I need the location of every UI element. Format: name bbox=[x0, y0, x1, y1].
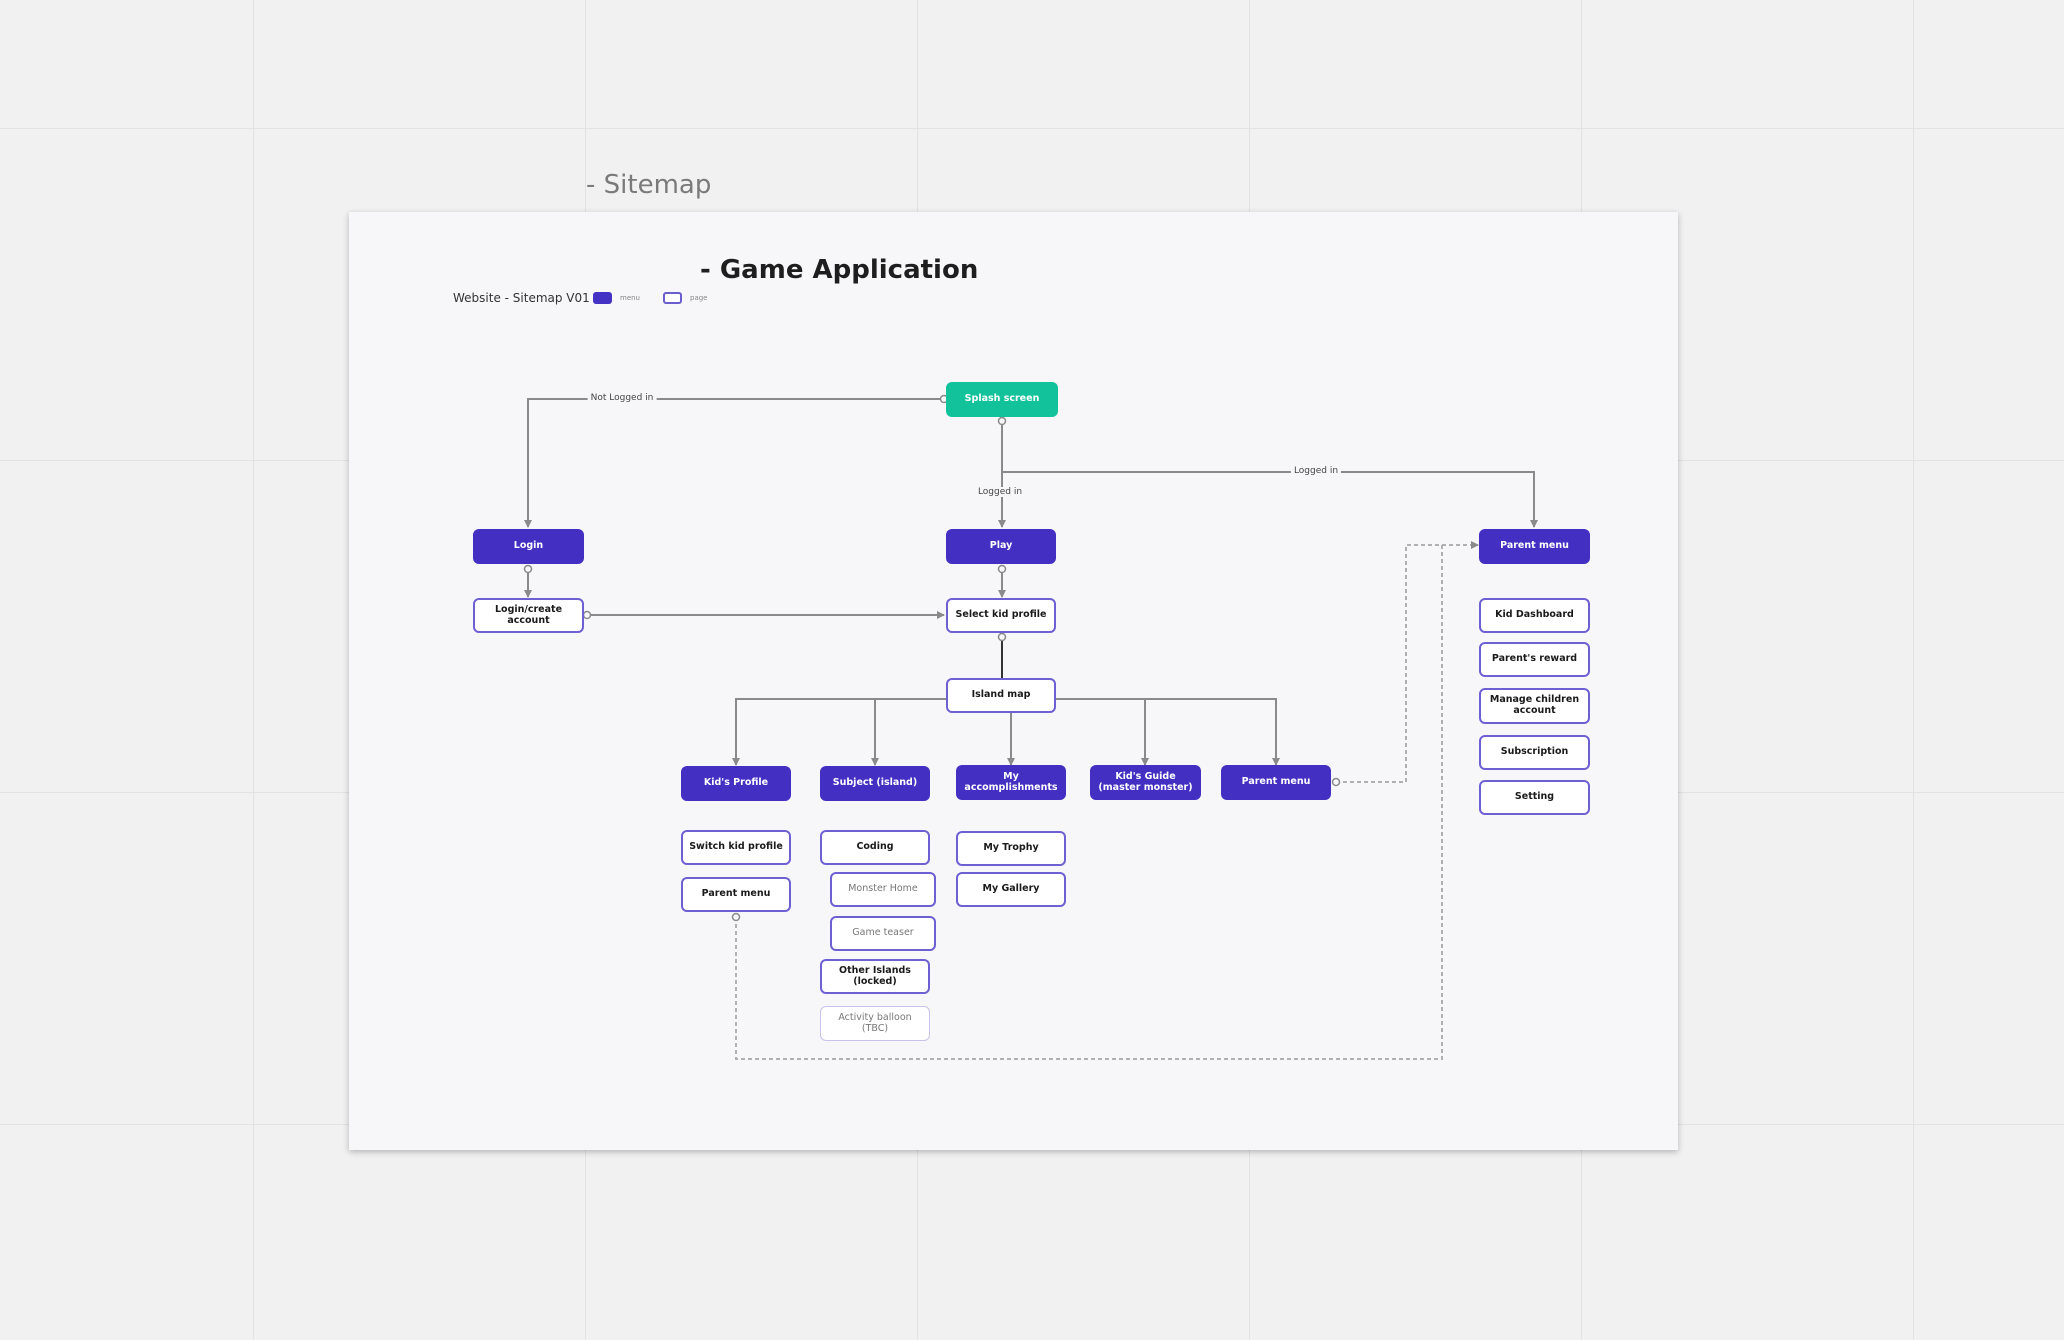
node-other-islands[interactable]: Other Islands (locked) bbox=[820, 959, 930, 994]
node-switch-kid-profile[interactable]: Switch kid profile bbox=[681, 830, 791, 865]
node-play[interactable]: Play bbox=[946, 529, 1056, 564]
edge-splash-login bbox=[524, 398, 944, 528]
edge-island-parent bbox=[1145, 698, 1280, 766]
node-subject-island[interactable]: Subject (island) bbox=[820, 766, 930, 801]
node-kids-profile[interactable]: Kid's Profile bbox=[681, 766, 791, 801]
node-kid-dashboard[interactable]: Kid Dashboard bbox=[1479, 598, 1590, 633]
node-activity-balloon[interactable]: Activity balloon (TBC) bbox=[820, 1006, 930, 1041]
node-parent-menu-low[interactable]: Parent menu bbox=[681, 877, 791, 912]
node-parent-menu-mid[interactable]: Parent menu bbox=[1221, 765, 1331, 800]
node-my-gallery[interactable]: My Gallery bbox=[956, 872, 1066, 907]
node-my-accomplishments[interactable]: My accomplishments bbox=[956, 765, 1066, 800]
node-game-teaser[interactable]: Game teaser bbox=[830, 916, 936, 951]
connectors bbox=[523, 394, 1538, 1060]
node-select-kid-profile[interactable]: Select kid profile bbox=[946, 598, 1056, 633]
node-splash-screen[interactable]: Splash screen bbox=[946, 382, 1058, 417]
edge-label-logged-in-right: Logged in bbox=[1290, 466, 1342, 476]
node-parents-reward[interactable]: Parent's reward bbox=[1479, 642, 1590, 677]
node-kids-guide[interactable]: Kid's Guide (master monster) bbox=[1090, 765, 1201, 800]
node-setting[interactable]: Setting bbox=[1479, 780, 1590, 815]
node-coding[interactable]: Coding bbox=[820, 830, 930, 865]
edge-label-not-logged-in: Not Logged in bbox=[587, 393, 657, 403]
node-island-map[interactable]: Island map bbox=[946, 678, 1056, 713]
node-login-create-account[interactable]: Login/create account bbox=[473, 598, 584, 633]
node-subscription[interactable]: Subscription bbox=[1479, 735, 1590, 770]
edge-splash-parent bbox=[1002, 471, 1538, 528]
edge-island-guide bbox=[1055, 698, 1149, 766]
node-parent-menu-top[interactable]: Parent menu bbox=[1479, 529, 1590, 564]
edge-island-kidsprofile bbox=[732, 698, 948, 766]
node-my-trophy[interactable]: My Trophy bbox=[956, 831, 1066, 866]
node-monster-home[interactable]: Monster Home bbox=[830, 872, 936, 907]
node-login[interactable]: Login bbox=[473, 529, 584, 564]
edge-label-logged-in: Logged in bbox=[974, 487, 1026, 497]
edge-dashed-parent-mid bbox=[1336, 541, 1479, 783]
node-manage-children-account[interactable]: Manage children account bbox=[1479, 688, 1590, 724]
